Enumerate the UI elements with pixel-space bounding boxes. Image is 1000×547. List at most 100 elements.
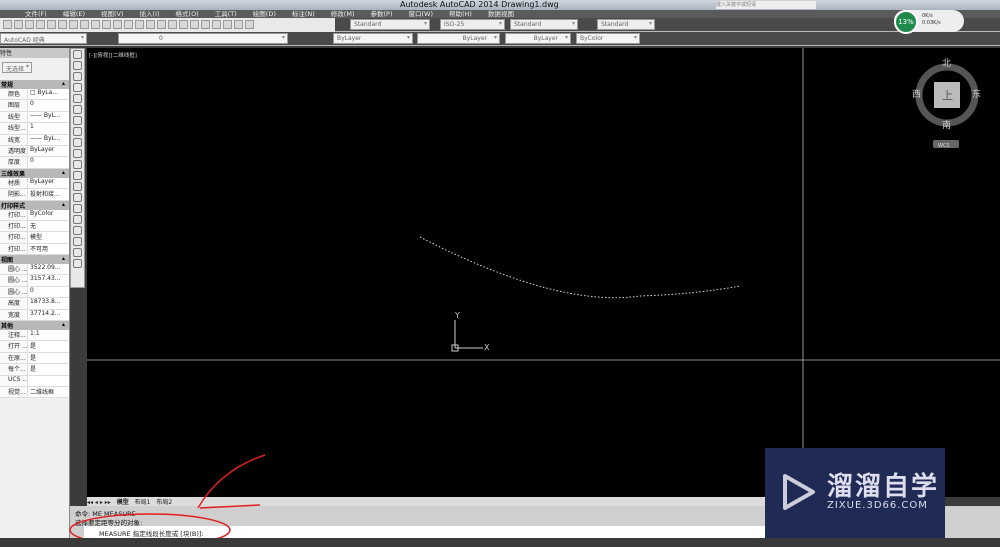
property-value[interactable]: 是	[28, 352, 69, 364]
new-icon[interactable]	[3, 20, 12, 29]
spline-tool-icon[interactable]	[73, 138, 82, 147]
publish-icon[interactable]	[58, 20, 67, 29]
menu-item[interactable]: 参数(P)	[362, 10, 400, 18]
property-value[interactable]: 18733.8...	[28, 298, 69, 309]
property-value[interactable]: 不可用	[28, 243, 69, 255]
insert-block-tool-icon[interactable]	[73, 171, 82, 180]
property-row[interactable]: 宽度 37714.2...	[0, 309, 69, 322]
workspace-select[interactable]: AutoCAD 经典	[0, 33, 87, 44]
property-value[interactable]: 1	[28, 123, 69, 134]
property-row[interactable]: 颜色 □ ByLa...	[0, 89, 69, 101]
table-tool-icon[interactable]	[73, 237, 82, 246]
revcloud-tool-icon[interactable]	[73, 127, 82, 136]
property-value[interactable]: 0	[28, 157, 69, 168]
add-selected-tool-icon[interactable]	[73, 259, 82, 268]
color-select[interactable]: ByLayer	[333, 33, 413, 44]
property-row[interactable]: 注释... 1:1	[0, 330, 69, 342]
menu-item[interactable]: 工具(T)	[207, 10, 245, 18]
property-value[interactable]: 无	[28, 220, 69, 232]
property-value[interactable]: 3157.43...	[28, 275, 69, 286]
menu-item[interactable]: 标注(N)	[284, 10, 323, 18]
menu-item[interactable]: 帮助(H)	[441, 10, 480, 18]
design-center-icon[interactable]	[190, 20, 199, 29]
help-search-input[interactable]: 键入关键字或短语	[716, 1, 816, 9]
property-row[interactable]: 打印... 不可用	[0, 243, 69, 256]
help-icon[interactable]	[245, 20, 254, 29]
mleader-style-select[interactable]: Standard	[597, 19, 655, 30]
ellipse-tool-icon[interactable]	[73, 149, 82, 158]
zoom-window-icon[interactable]	[157, 20, 166, 29]
property-row[interactable]: 材质 ByLayer	[0, 177, 69, 190]
construction-line-tool-icon[interactable]	[73, 61, 82, 70]
palette-section-header[interactable]: 常规	[0, 80, 69, 89]
property-row[interactable]: UCS ...	[0, 375, 69, 387]
menu-item[interactable]: 编辑(E)	[55, 10, 93, 18]
paste-icon[interactable]	[91, 20, 100, 29]
copy-icon[interactable]	[80, 20, 89, 29]
compass-south[interactable]: 南	[942, 119, 951, 131]
line-tool-icon[interactable]	[73, 50, 82, 59]
palette-section-header[interactable]: 打印样式	[0, 200, 69, 210]
network-speed-widget[interactable]: 13% 0K/s 0.03K/s	[894, 10, 964, 34]
property-row[interactable]: 透明度 ByLayer	[0, 145, 69, 158]
sheet-set-icon[interactable]	[212, 20, 221, 29]
property-row[interactable]: 阴影... 投射和接...	[0, 189, 69, 201]
drawing-canvas[interactable]: [-][俯视][二维线框] Y X 上 北 南 东 西 WCS	[87, 48, 1000, 497]
property-row[interactable]: 圆心 ... 3522.09...	[0, 264, 69, 276]
arc-tool-icon[interactable]	[73, 105, 82, 114]
property-row[interactable]: 图层 0	[0, 100, 69, 112]
properties-icon[interactable]	[179, 20, 188, 29]
property-row[interactable]: 线型... 1	[0, 123, 69, 135]
zoom-previous-icon[interactable]	[168, 20, 177, 29]
menu-item[interactable]: 格式(O)	[168, 10, 207, 18]
cut-icon[interactable]	[69, 20, 78, 29]
menu-item[interactable]: 绘图(D)	[245, 10, 284, 18]
property-value[interactable]: 模型	[28, 232, 69, 243]
property-value[interactable]: 0	[28, 100, 69, 111]
property-value[interactable]: 二维线框	[28, 386, 69, 398]
polygon-tool-icon[interactable]	[73, 83, 82, 92]
property-value[interactable]: 37714.2...	[28, 309, 69, 321]
region-tool-icon[interactable]	[73, 226, 82, 235]
property-row[interactable]: 打印... 模型	[0, 232, 69, 244]
measured-arc[interactable]	[419, 236, 741, 299]
viewcube[interactable]: 上 北 南 东 西 WCS	[912, 58, 981, 149]
compass-east[interactable]: 东	[972, 88, 981, 100]
selection-select[interactable]: 无选择	[2, 62, 32, 73]
mtext-tool-icon[interactable]	[73, 248, 82, 257]
property-value[interactable]: 投射和接...	[28, 189, 69, 200]
property-row[interactable]: 线型 —— ByL...	[0, 111, 69, 124]
property-value[interactable]: ByColor	[28, 209, 69, 220]
property-row[interactable]: 每个... 是	[0, 364, 69, 376]
point-tool-icon[interactable]	[73, 193, 82, 202]
menu-item[interactable]: 数据视图	[480, 10, 522, 18]
palette-section-header[interactable]: 其他	[0, 321, 69, 331]
property-row[interactable]: 圆心 ... 0	[0, 286, 69, 299]
property-row[interactable]: 视觉... 二维线框	[0, 386, 69, 399]
plotstyle-select[interactable]: ByColor	[576, 33, 640, 44]
property-value[interactable]: 是	[28, 364, 69, 375]
hatch-tool-icon[interactable]	[73, 204, 82, 213]
property-value[interactable]: ByLayer	[28, 145, 69, 157]
match-icon[interactable]	[102, 20, 111, 29]
property-row[interactable]: 打印... 无	[0, 220, 69, 233]
property-row[interactable]: 打印... ByColor	[0, 209, 69, 221]
ellipse-arc-tool-icon[interactable]	[73, 160, 82, 169]
preview-icon[interactable]	[47, 20, 56, 29]
pan-icon[interactable]	[135, 20, 144, 29]
property-value[interactable]: 是	[28, 341, 69, 352]
property-value[interactable]: 0	[28, 286, 69, 298]
text-style-select[interactable]: Standard	[350, 19, 430, 30]
redo-icon[interactable]	[124, 20, 133, 29]
palette-section-header[interactable]: 三维效果	[0, 168, 69, 178]
property-value[interactable]: —— ByL...	[28, 111, 69, 123]
calculator-icon[interactable]	[234, 20, 243, 29]
print-icon[interactable]	[36, 20, 45, 29]
property-value[interactable]: ByLayer	[28, 177, 69, 189]
circle-tool-icon[interactable]	[73, 116, 82, 125]
polyline-tool-icon[interactable]	[73, 72, 82, 81]
compass-west[interactable]: 西	[912, 89, 921, 100]
wcs-menu[interactable]: WCS	[938, 143, 950, 149]
property-row[interactable]: 线宽 —— ByL...	[0, 134, 69, 146]
markup-icon[interactable]	[223, 20, 232, 29]
